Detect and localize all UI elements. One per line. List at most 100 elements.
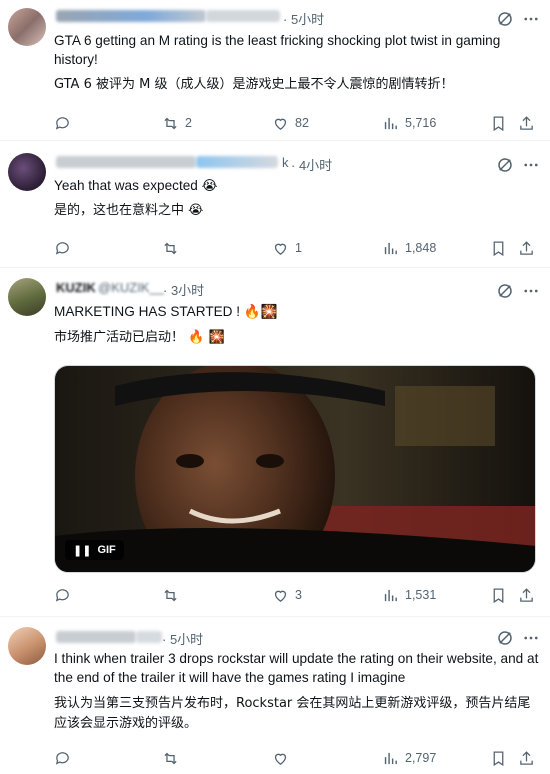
bookmark-icon [493,240,504,256]
share-icon [520,240,533,255]
share-button[interactable] [518,113,535,133]
views-count: 2,797 [405,751,437,765]
repost-icon [164,117,177,129]
views-icon [384,242,397,254]
like-button[interactable]: 1 [272,238,302,258]
post-text-cn: 是的，这也在意料之中 😭 [54,203,204,218]
handle[interactable]: @KUZIK__ [98,280,164,295]
repost-button[interactable]: 2 [162,113,192,133]
more-icon[interactable] [522,10,540,28]
more-icon[interactable] [522,629,540,647]
post-time[interactable]: · 4小时 [291,155,332,174]
reply-button[interactable] [54,113,77,133]
gif-badge[interactable]: ❚❚ GIF [65,540,124,560]
views-count: 5,716 [405,116,437,130]
bookmark-icon [493,115,504,131]
handle[interactable] [136,631,162,643]
grok-icon[interactable] [496,156,514,174]
post-text-en: Yeah that was expected 😭 [54,178,218,193]
views-button[interactable]: 2,797 [382,748,436,768]
reply-button[interactable] [54,238,77,258]
action-bar: 2 82 5,716 [54,113,540,133]
display-name[interactable] [56,10,206,22]
views-button[interactable]: 1,531 [382,585,436,605]
display-name[interactable] [56,631,136,643]
share-icon [520,587,533,602]
like-count: 82 [295,116,309,130]
views-button[interactable]: 5,716 [382,113,436,133]
repost-button[interactable] [162,748,185,768]
like-count: 3 [295,588,302,602]
post-1[interactable]: · 5小时 GTA 6 getting an M rating is the l… [0,0,550,141]
gif-label: GIF [97,544,116,556]
post-time[interactable]: · 3小时 [163,280,204,299]
like-icon [274,590,287,602]
reply-icon [55,588,69,602]
bookmark-button[interactable] [490,748,507,768]
post-text-cn: 市场推广活动已启动！ 🔥 🎇 [54,330,225,345]
avatar[interactable] [8,627,46,665]
pause-icon[interactable]: ❚❚ [73,544,91,557]
post-handle-tail[interactable]: k [282,155,289,170]
share-button[interactable] [518,238,535,258]
grok-icon[interactable] [496,10,514,28]
like-icon [274,118,287,130]
post-3[interactable]: KUZIK @KUZIK__ · 3小时 MARKETING HAS START… [0,268,550,617]
reply-button[interactable] [54,585,77,605]
bookmark-button[interactable] [490,113,507,133]
post-time[interactable]: · 5小时 [162,629,203,648]
post-text-en: GTA 6 getting an M rating is the least f… [54,33,501,67]
like-button[interactable]: 82 [272,113,309,133]
display-name[interactable] [56,156,196,168]
gif-frame [55,366,535,572]
more-icon[interactable] [522,156,540,174]
views-count: 1,531 [405,588,437,602]
views-count: 1,848 [405,241,437,255]
bookmark-icon [493,587,504,603]
repost-icon [164,752,177,764]
post-text-en: MARKETING HAS STARTED ! 🔥🎇 [54,304,278,319]
post-text-cn: 我认为当第三支预告片发布时，Rockstar 会在其网站上更新游戏评级，预告片结… [54,696,531,731]
avatar[interactable] [8,153,46,191]
repost-button[interactable] [162,585,185,605]
repost-count: 2 [185,116,192,130]
gif-media[interactable]: ❚❚ GIF [54,365,536,573]
repost-icon [164,242,177,254]
share-button[interactable] [518,585,535,605]
bookmark-button[interactable] [490,238,507,258]
views-icon [384,117,397,129]
bookmark-button[interactable] [490,585,507,605]
post-2[interactable]: k · 4小时 Yeah that was expected 😭 是的，这也在意… [0,141,550,268]
post-4[interactable]: · 5小时 I think when trailer 3 drops rocks… [0,617,550,774]
action-bar: 2,797 [54,748,540,768]
display-name[interactable]: KUZIK [56,280,96,295]
like-button[interactable]: 3 [272,585,302,605]
avatar[interactable] [8,278,46,316]
views-icon [384,589,397,601]
post-time[interactable]: · 5小时 [283,9,324,28]
handle[interactable] [206,10,280,22]
avatar[interactable] [8,8,46,46]
action-bar: 3 1,531 [54,585,540,605]
repost-button[interactable] [162,238,185,258]
post-text-cn: GTA 6 被评为 M 级（成人级）是游戏史上最不令人震惊的剧情转折！ [54,77,454,92]
reply-button[interactable] [54,748,77,768]
share-button[interactable] [518,748,535,768]
views-icon [384,752,397,764]
bookmark-icon [493,750,504,766]
post-text-en: I think when trailer 3 drops rockstar wi… [54,651,539,685]
like-icon [274,243,287,255]
action-bar: 1 1,848 [54,238,540,258]
share-icon [520,115,533,130]
views-button[interactable]: 1,848 [382,238,436,258]
reply-icon [55,116,69,130]
grok-icon[interactable] [496,629,514,647]
grok-icon[interactable] [496,282,514,300]
reply-icon [55,241,69,255]
repost-icon [164,589,177,601]
like-count: 1 [295,241,302,255]
share-icon [520,750,533,765]
like-button[interactable] [272,748,295,768]
more-icon[interactable] [522,282,540,300]
handle[interactable] [196,156,278,168]
